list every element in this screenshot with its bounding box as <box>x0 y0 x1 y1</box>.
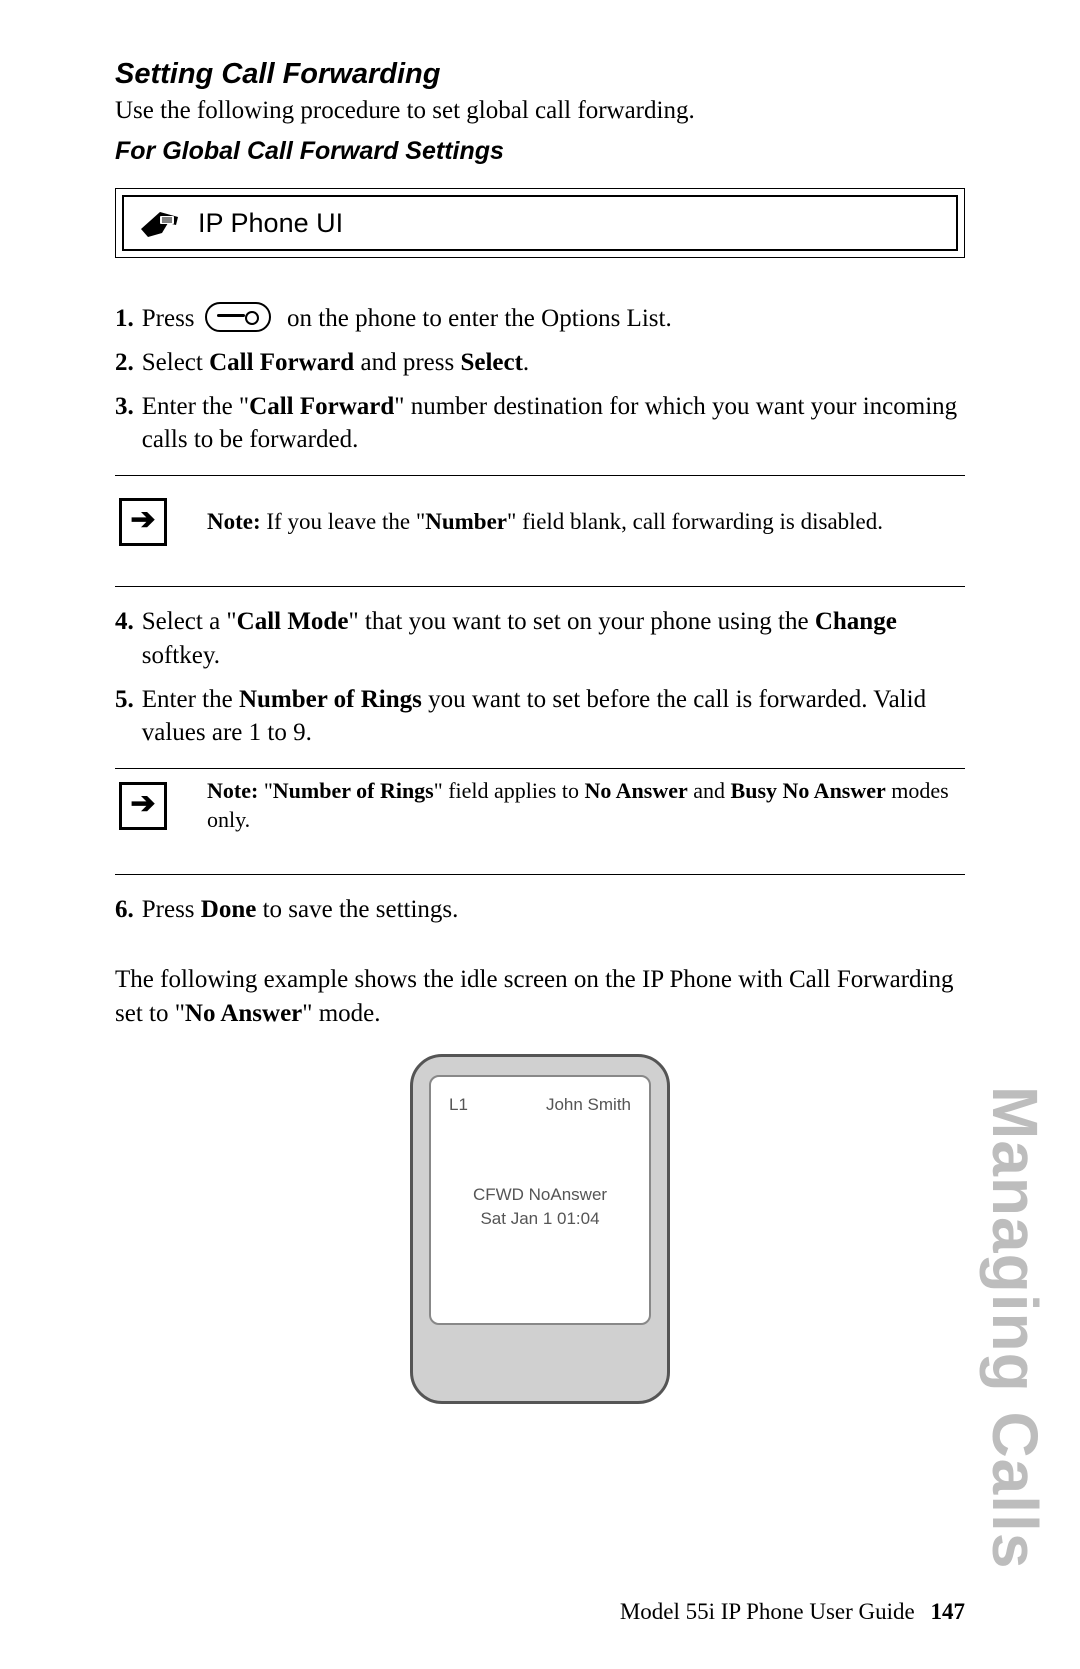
ip-phone-ui-box-inner: IP Phone UI <box>122 195 958 251</box>
ip-phone-ui-label: IP Phone UI <box>198 208 343 239</box>
screen-user-name: John Smith <box>546 1095 631 1115</box>
note-text: Note: If you leave the "Number" field bl… <box>207 506 965 537</box>
note-part: If you leave the " <box>261 509 426 534</box>
phone-illustration-icon <box>138 207 180 239</box>
note-label: Note: <box>207 778 258 803</box>
step-text: Enter the <box>142 686 239 713</box>
step-4: 4. Select a "Call Mode" that you want to… <box>115 605 965 673</box>
note-bold: Number <box>425 509 507 534</box>
step-bold: Call Forward <box>249 393 394 420</box>
step-number: 2. <box>115 346 134 380</box>
subsection-title: For Global Call Forward Settings <box>115 137 965 166</box>
step-bold: Done <box>201 896 257 923</box>
para-text: " mode. <box>302 1000 380 1027</box>
screen-datetime: Sat Jan 1 01:04 <box>431 1209 649 1229</box>
options-key-icon <box>205 302 271 332</box>
section-title: Setting Call Forwarding <box>115 58 965 91</box>
phone-mockup: L1 John Smith CFWD NoAnswer Sat Jan 1 01… <box>410 1054 670 1404</box>
note-bold: Busy No Answer <box>731 778 886 803</box>
step-6: 6. Press Done to save the settings. <box>115 893 965 927</box>
step-text: Select <box>142 349 209 376</box>
step-body: Press on the phone to enter the Options … <box>142 302 965 336</box>
phone-body: L1 John Smith CFWD NoAnswer Sat Jan 1 01… <box>410 1054 670 1404</box>
step-number: 4. <box>115 605 134 673</box>
step-bold: Call Forward <box>209 349 354 376</box>
chapter-side-label: Managing Calls <box>978 1086 1052 1569</box>
phone-screen: L1 John Smith CFWD NoAnswer Sat Jan 1 01… <box>429 1075 651 1325</box>
ip-phone-ui-box: IP Phone UI <box>115 188 965 258</box>
arrow-right-icon: ➔ <box>119 498 167 546</box>
step-text: on the phone to enter the Options List. <box>287 305 672 332</box>
arrow-right-icon: ➔ <box>119 782 167 830</box>
note-label: Note: <box>207 509 261 534</box>
para-bold: No Answer <box>185 1000 302 1027</box>
note-part: and <box>688 778 731 803</box>
step-body: Select Call Forward and press Select. <box>142 346 965 380</box>
note-part: " <box>258 778 272 803</box>
footer-doc-title: Model 55i IP Phone User Guide <box>620 1599 915 1624</box>
step-number: 6. <box>115 893 134 927</box>
intro-text: Use the following procedure to set globa… <box>115 97 965 125</box>
note-text: Note: "Number of Rings" field applies to… <box>207 777 965 834</box>
step-text: Select a " <box>142 608 237 635</box>
step-text: Press <box>142 305 195 332</box>
step-5: 5. Enter the Number of Rings you want to… <box>115 683 965 751</box>
step-bold: Change <box>815 608 897 635</box>
step-text: and press <box>354 349 460 376</box>
step-body: Enter the "Call Forward" number destinat… <box>142 390 965 458</box>
step-text: to save the settings. <box>256 896 458 923</box>
separator <box>115 874 965 875</box>
steps-list: 1. Press on the phone to enter the Optio… <box>115 302 965 927</box>
step-body: Select a "Call Mode" that you want to se… <box>142 605 965 673</box>
screen-line-indicator: L1 <box>449 1095 468 1115</box>
step-number: 3. <box>115 390 134 458</box>
separator <box>115 586 965 587</box>
note-part: " field blank, call forwarding is disabl… <box>507 509 883 534</box>
step-text: . <box>523 349 529 376</box>
note-bold: Number of Rings <box>273 778 434 803</box>
step-1: 1. Press on the phone to enter the Optio… <box>115 302 965 336</box>
note-block-1: ➔ Note: If you leave the "Number" field … <box>115 476 965 568</box>
step-text: Enter the " <box>142 393 249 420</box>
step-text: softkey. <box>142 642 220 669</box>
step-bold: Select <box>460 349 522 376</box>
step-bold: Call Mode <box>237 608 349 635</box>
step-body: Enter the Number of Rings you want to se… <box>142 683 965 751</box>
step-number: 1. <box>115 302 134 336</box>
step-number: 5. <box>115 683 134 751</box>
screen-cfwd-status: CFWD NoAnswer <box>431 1185 649 1205</box>
step-3: 3. Enter the "Call Forward" number desti… <box>115 390 965 458</box>
note-bold: No Answer <box>584 778 687 803</box>
note-block-2: ➔ Note: "Number of Rings" field applies … <box>115 769 965 856</box>
example-paragraph: The following example shows the idle scr… <box>115 963 965 1031</box>
step-body: Press Done to save the settings. <box>142 893 965 927</box>
page-number: 147 <box>931 1599 966 1624</box>
step-text: Press <box>142 896 201 923</box>
step-text: " that you want to set on your phone usi… <box>348 608 814 635</box>
page-footer: Model 55i IP Phone User Guide 147 <box>620 1599 965 1625</box>
step-2: 2. Select Call Forward and press Select. <box>115 346 965 380</box>
note-part: " field applies to <box>434 778 585 803</box>
step-bold: Number of Rings <box>239 686 422 713</box>
